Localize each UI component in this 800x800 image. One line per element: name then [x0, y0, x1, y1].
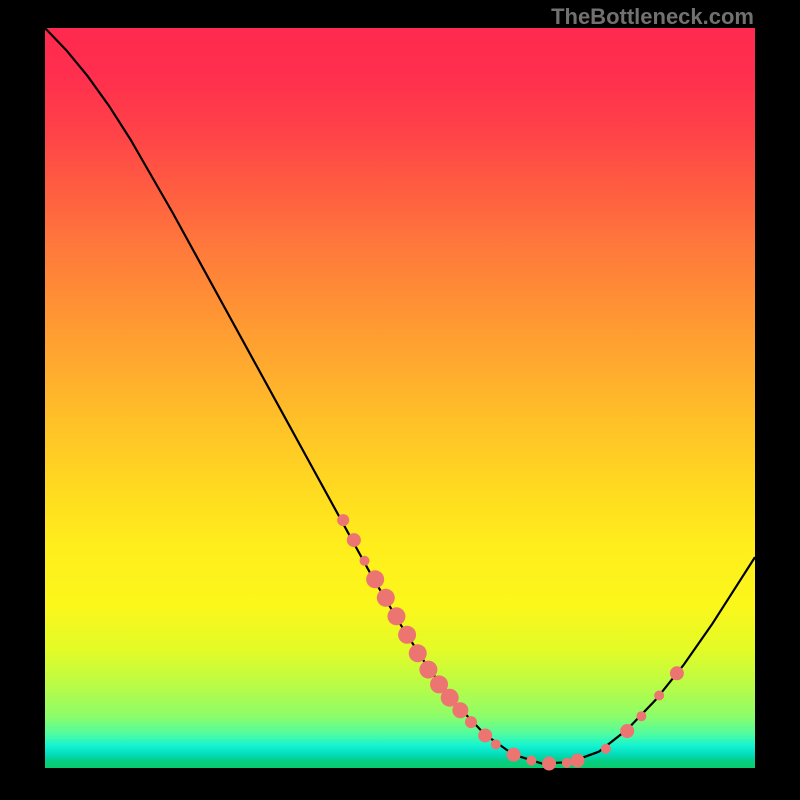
data-marker — [571, 754, 585, 768]
data-marker — [360, 556, 370, 566]
data-marker — [620, 724, 634, 738]
chart-container: TheBottleneck.com — [0, 0, 800, 800]
attribution-text: TheBottleneck.com — [551, 4, 754, 30]
data-marker — [465, 716, 477, 728]
data-marker — [507, 748, 521, 762]
data-marker — [491, 739, 501, 749]
plot-area — [45, 28, 755, 768]
data-marker — [601, 744, 611, 754]
curve-line — [45, 28, 755, 764]
data-marker — [398, 626, 416, 644]
chart-svg — [45, 28, 755, 768]
data-marker — [562, 758, 572, 768]
data-marker — [347, 533, 361, 547]
data-marker — [654, 690, 664, 700]
data-marker — [337, 514, 349, 526]
data-marker — [636, 711, 646, 721]
data-marker — [452, 702, 468, 718]
data-marker — [542, 757, 556, 771]
data-marker — [366, 570, 384, 588]
data-marker — [387, 607, 405, 625]
data-marker — [419, 661, 437, 679]
data-marker — [409, 644, 427, 662]
data-marker — [377, 589, 395, 607]
curve-path — [45, 28, 755, 764]
data-marker — [526, 756, 536, 766]
data-markers — [337, 514, 684, 770]
data-marker — [670, 666, 684, 680]
data-marker — [478, 728, 492, 742]
